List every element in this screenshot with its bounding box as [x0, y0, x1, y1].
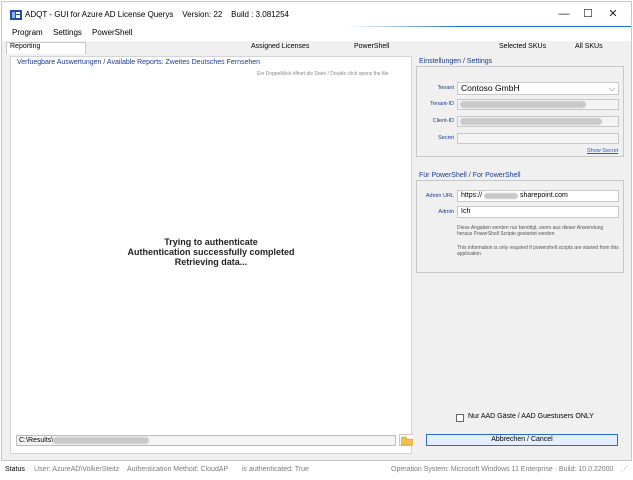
status-bar: Status User: AzureAD\VolkerSteitz Authen…	[0, 463, 633, 476]
settings-group-title: Einstellungen / Settings	[419, 58, 493, 65]
menu-bar: Program Settings PowerShell	[2, 27, 631, 41]
tab-reporting[interactable]: Reporting	[6, 42, 86, 54]
tenant-select[interactable]: Contoso GmbH ⌵	[457, 82, 619, 95]
powershell-info-de: Diese Angaben werden nur benötigt, wenn …	[457, 225, 604, 237]
cancel-button[interactable]: Abbrechen / Cancel	[426, 434, 618, 446]
tenant-value: Contoso GmbH	[461, 83, 520, 93]
admin-url-prefix: https://	[461, 192, 483, 199]
powershell-group: Admin URL https:// sharepoint.com Admin …	[416, 180, 624, 273]
admin-label: Admin	[438, 209, 454, 215]
redacted-tenant-id	[460, 101, 586, 108]
show-secret-link[interactable]: Show Secret	[587, 148, 618, 154]
admin-value: Ich	[461, 208, 471, 215]
status-user: User: AzureAD\VolkerSteitz	[34, 466, 120, 473]
status-authenticated: is authenticated: True	[242, 466, 309, 473]
redacted-admin-url	[484, 193, 518, 199]
powershell-group-title: Für PowerShell / For PowerShell	[419, 172, 521, 179]
settings-group: Tenant Contoso GmbH ⌵ Tenant-ID Client-I…	[416, 66, 624, 157]
reports-group-title: Verfuegbare Auswertungen / Available Rep…	[17, 59, 261, 66]
menu-powershell[interactable]: PowerShell	[92, 28, 132, 37]
guest-only-checkbox[interactable]	[456, 414, 464, 422]
auth-message-line-2: Authentication successfully completed	[127, 247, 295, 257]
client-id-label: Client-ID	[432, 118, 454, 124]
maximize-button[interactable]: ☐	[574, 6, 602, 22]
tab-all-skus[interactable]: All SKUs	[575, 43, 603, 50]
admin-field[interactable]: Ich	[457, 206, 619, 218]
status-auth-method: Authentication Method: CloudAP	[127, 466, 229, 473]
client-id-field[interactable]	[457, 116, 619, 127]
auth-message-line-1: Trying to authenticate	[164, 237, 258, 247]
menu-program[interactable]: Program	[12, 28, 43, 37]
resize-grip-icon[interactable]: ⋰	[621, 463, 628, 476]
admin-url-field[interactable]: https:// sharepoint.com	[457, 190, 619, 202]
app-window: ADQT - GUI for Azure AD License Querys V…	[1, 1, 632, 461]
settings-panel: Einstellungen / Settings Tenant Contoso …	[413, 56, 629, 454]
browse-folder-button[interactable]	[399, 434, 414, 446]
admin-url-suffix: sharepoint.com	[520, 192, 568, 199]
window-title: ADQT - GUI for Azure AD License Querys V…	[25, 10, 289, 19]
tenant-label: Tenant	[437, 85, 454, 91]
reports-panel: Verfuegbare Auswertungen / Available Rep…	[10, 56, 414, 454]
redacted-client-id	[460, 118, 602, 125]
guest-only-label[interactable]: Nur AAD Gäste / AAD Guestusers ONLY	[468, 413, 594, 420]
admin-url-label: Admin URL	[425, 193, 454, 199]
tab-selected-skus[interactable]: Selected SKUs	[499, 43, 546, 50]
tab-assigned-licenses[interactable]: Assigned Licenses	[251, 43, 309, 50]
auth-message-line-3: Retrieving data...	[174, 257, 248, 267]
close-button[interactable]: ✕	[599, 6, 627, 22]
title-bar[interactable]: ADQT - GUI for Azure AD License Querys V…	[2, 2, 631, 28]
secret-label: Secret	[438, 135, 454, 141]
tab-powershell[interactable]: PowerShell	[354, 43, 389, 50]
status-os: Operation System: Microsoft Windows 11 E…	[391, 466, 614, 473]
results-path-field[interactable]: C:\Results\	[16, 435, 396, 446]
tenant-id-field[interactable]	[457, 99, 619, 110]
results-path-value: C:\Results\	[19, 437, 54, 444]
chevron-down-icon: ⌵	[608, 84, 615, 93]
reports-hint: Ein Doppelklick öffnet die Datei / Doubl…	[257, 71, 389, 77]
app-icon	[10, 10, 22, 20]
menu-settings[interactable]: Settings	[53, 28, 82, 37]
secret-field[interactable]	[457, 133, 619, 144]
tab-strip: Reporting Assigned Licenses PowerShell S…	[2, 42, 631, 54]
status-label: Status	[5, 466, 25, 473]
tenant-id-label: Tenant-ID	[430, 101, 454, 107]
powershell-info-en: This information is only required if pow…	[457, 245, 619, 257]
auth-status-message: Trying to authenticate Authentication su…	[11, 237, 411, 267]
redacted-path	[53, 437, 149, 444]
